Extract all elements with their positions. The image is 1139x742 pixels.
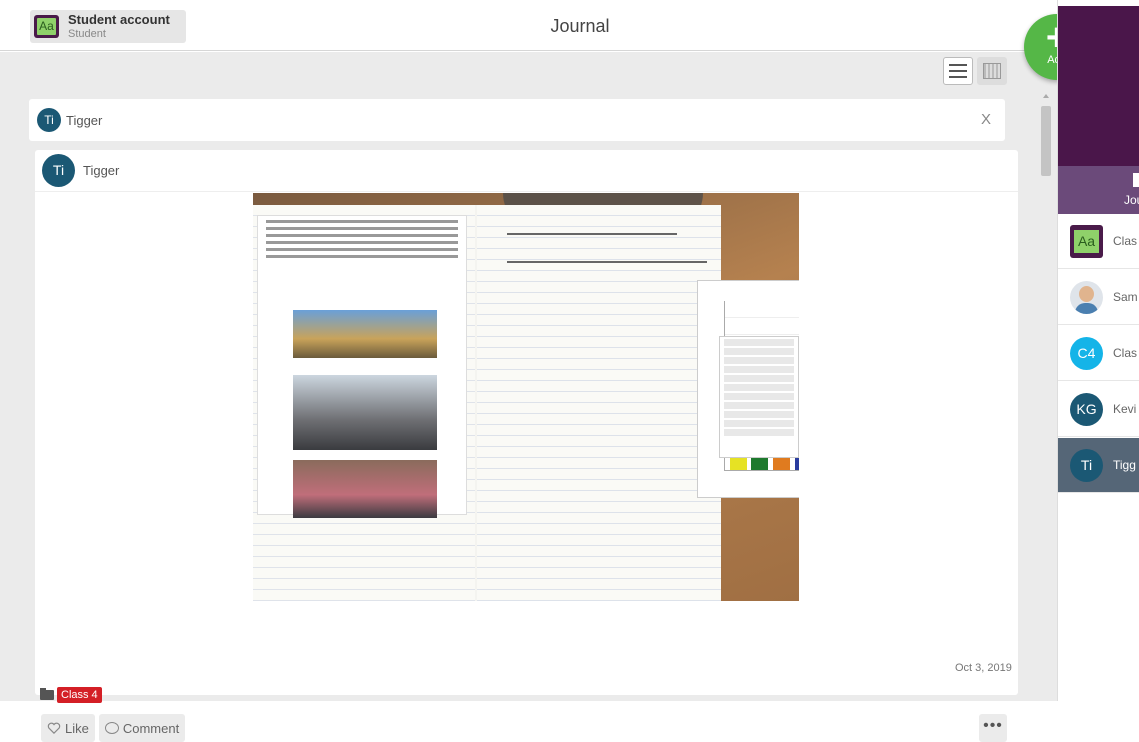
filter-item-class[interactable]: Aa Clas [1058, 214, 1139, 269]
class-icon: Aa [1070, 224, 1103, 258]
list-view-button[interactable] [943, 57, 973, 85]
filter-item-label: Tigg [1113, 458, 1136, 472]
more-options-button[interactable]: ••• [979, 714, 1007, 742]
photo-street-picture [293, 375, 437, 450]
page-title: Journal [550, 16, 610, 36]
view-toggle [943, 57, 1007, 85]
like-label: Like [65, 720, 89, 736]
photo-tally-table [719, 336, 799, 458]
journal-icon [1133, 173, 1139, 187]
comment-button[interactable]: Comment [98, 714, 186, 742]
photo-cathedral-picture [293, 310, 437, 358]
post-header: Ti Tigger [35, 150, 1018, 192]
folder-icon [40, 688, 54, 700]
top-bar: Aa Student account Student Journal [0, 0, 1057, 51]
photo-handwriting-line [507, 233, 677, 235]
journal-tab[interactable]: Jou [1058, 166, 1139, 214]
journal-tab-label: Jou [1124, 193, 1139, 207]
filter-item-label: Kevi [1113, 402, 1137, 416]
filter-item-class-4[interactable]: C4 Clas [1058, 326, 1139, 381]
right-panel: Jou Aa Clas Sam C4 Clas KG Kevi Ti Tigg [1057, 0, 1139, 701]
post-author-name: Tigger [83, 163, 120, 178]
photo-exercise-book [253, 205, 799, 601]
like-button[interactable]: Like [41, 714, 95, 742]
comment-label: Comment [122, 720, 180, 736]
photo-right-page [477, 205, 799, 601]
photo-bus-picture [293, 460, 437, 518]
photo-handwriting-line [507, 261, 707, 263]
class-icon-text: Aa [1074, 229, 1099, 253]
journal-feed: Ti Tigger X Ti Tigger Oct 3, 2019 Class … [0, 52, 1057, 742]
comment-icon [104, 722, 119, 734]
filter-item-kevin[interactable]: KG Kevi [1058, 382, 1139, 437]
post-actions: Like Comment [41, 714, 186, 742]
scroll-up-icon[interactable] [1043, 94, 1049, 98]
filter-item-label: Clas [1113, 346, 1138, 360]
filter-item-label: Sam [1113, 290, 1138, 304]
post-date: Oct 3, 2019 [955, 662, 1012, 674]
calendar-view-button[interactable] [977, 57, 1007, 85]
filter-item-sam[interactable]: Sam [1058, 270, 1139, 325]
student-filter: Ti Tigger X [29, 99, 1005, 141]
student-photo-icon [1070, 280, 1103, 314]
journal-post: Ti Tigger Oct 3, 2019 Class 4 Like Comme… [35, 150, 1018, 742]
scroll-thumb[interactable] [1041, 106, 1051, 176]
post-photo[interactable] [253, 193, 799, 601]
feed-scrollbar[interactable] [1040, 94, 1052, 699]
filter-item-tigger[interactable]: Ti Tigg [1058, 438, 1139, 493]
clear-filter-button[interactable]: X [981, 111, 991, 128]
heart-icon [47, 722, 61, 734]
filter-item-label: Clas [1113, 234, 1138, 248]
brand-header [1058, 6, 1139, 166]
kg-avatar: KG [1070, 392, 1103, 426]
class-4-avatar: C4 [1070, 336, 1103, 370]
calendar-icon [983, 63, 1001, 79]
ti-avatar: Ti [1070, 448, 1103, 482]
photo-left-page [253, 205, 475, 601]
filter-avatar: Ti [37, 108, 61, 132]
list-icon [949, 64, 967, 78]
filter-student-name: Tigger [66, 112, 103, 128]
post-author-avatar: Ti [42, 154, 75, 187]
